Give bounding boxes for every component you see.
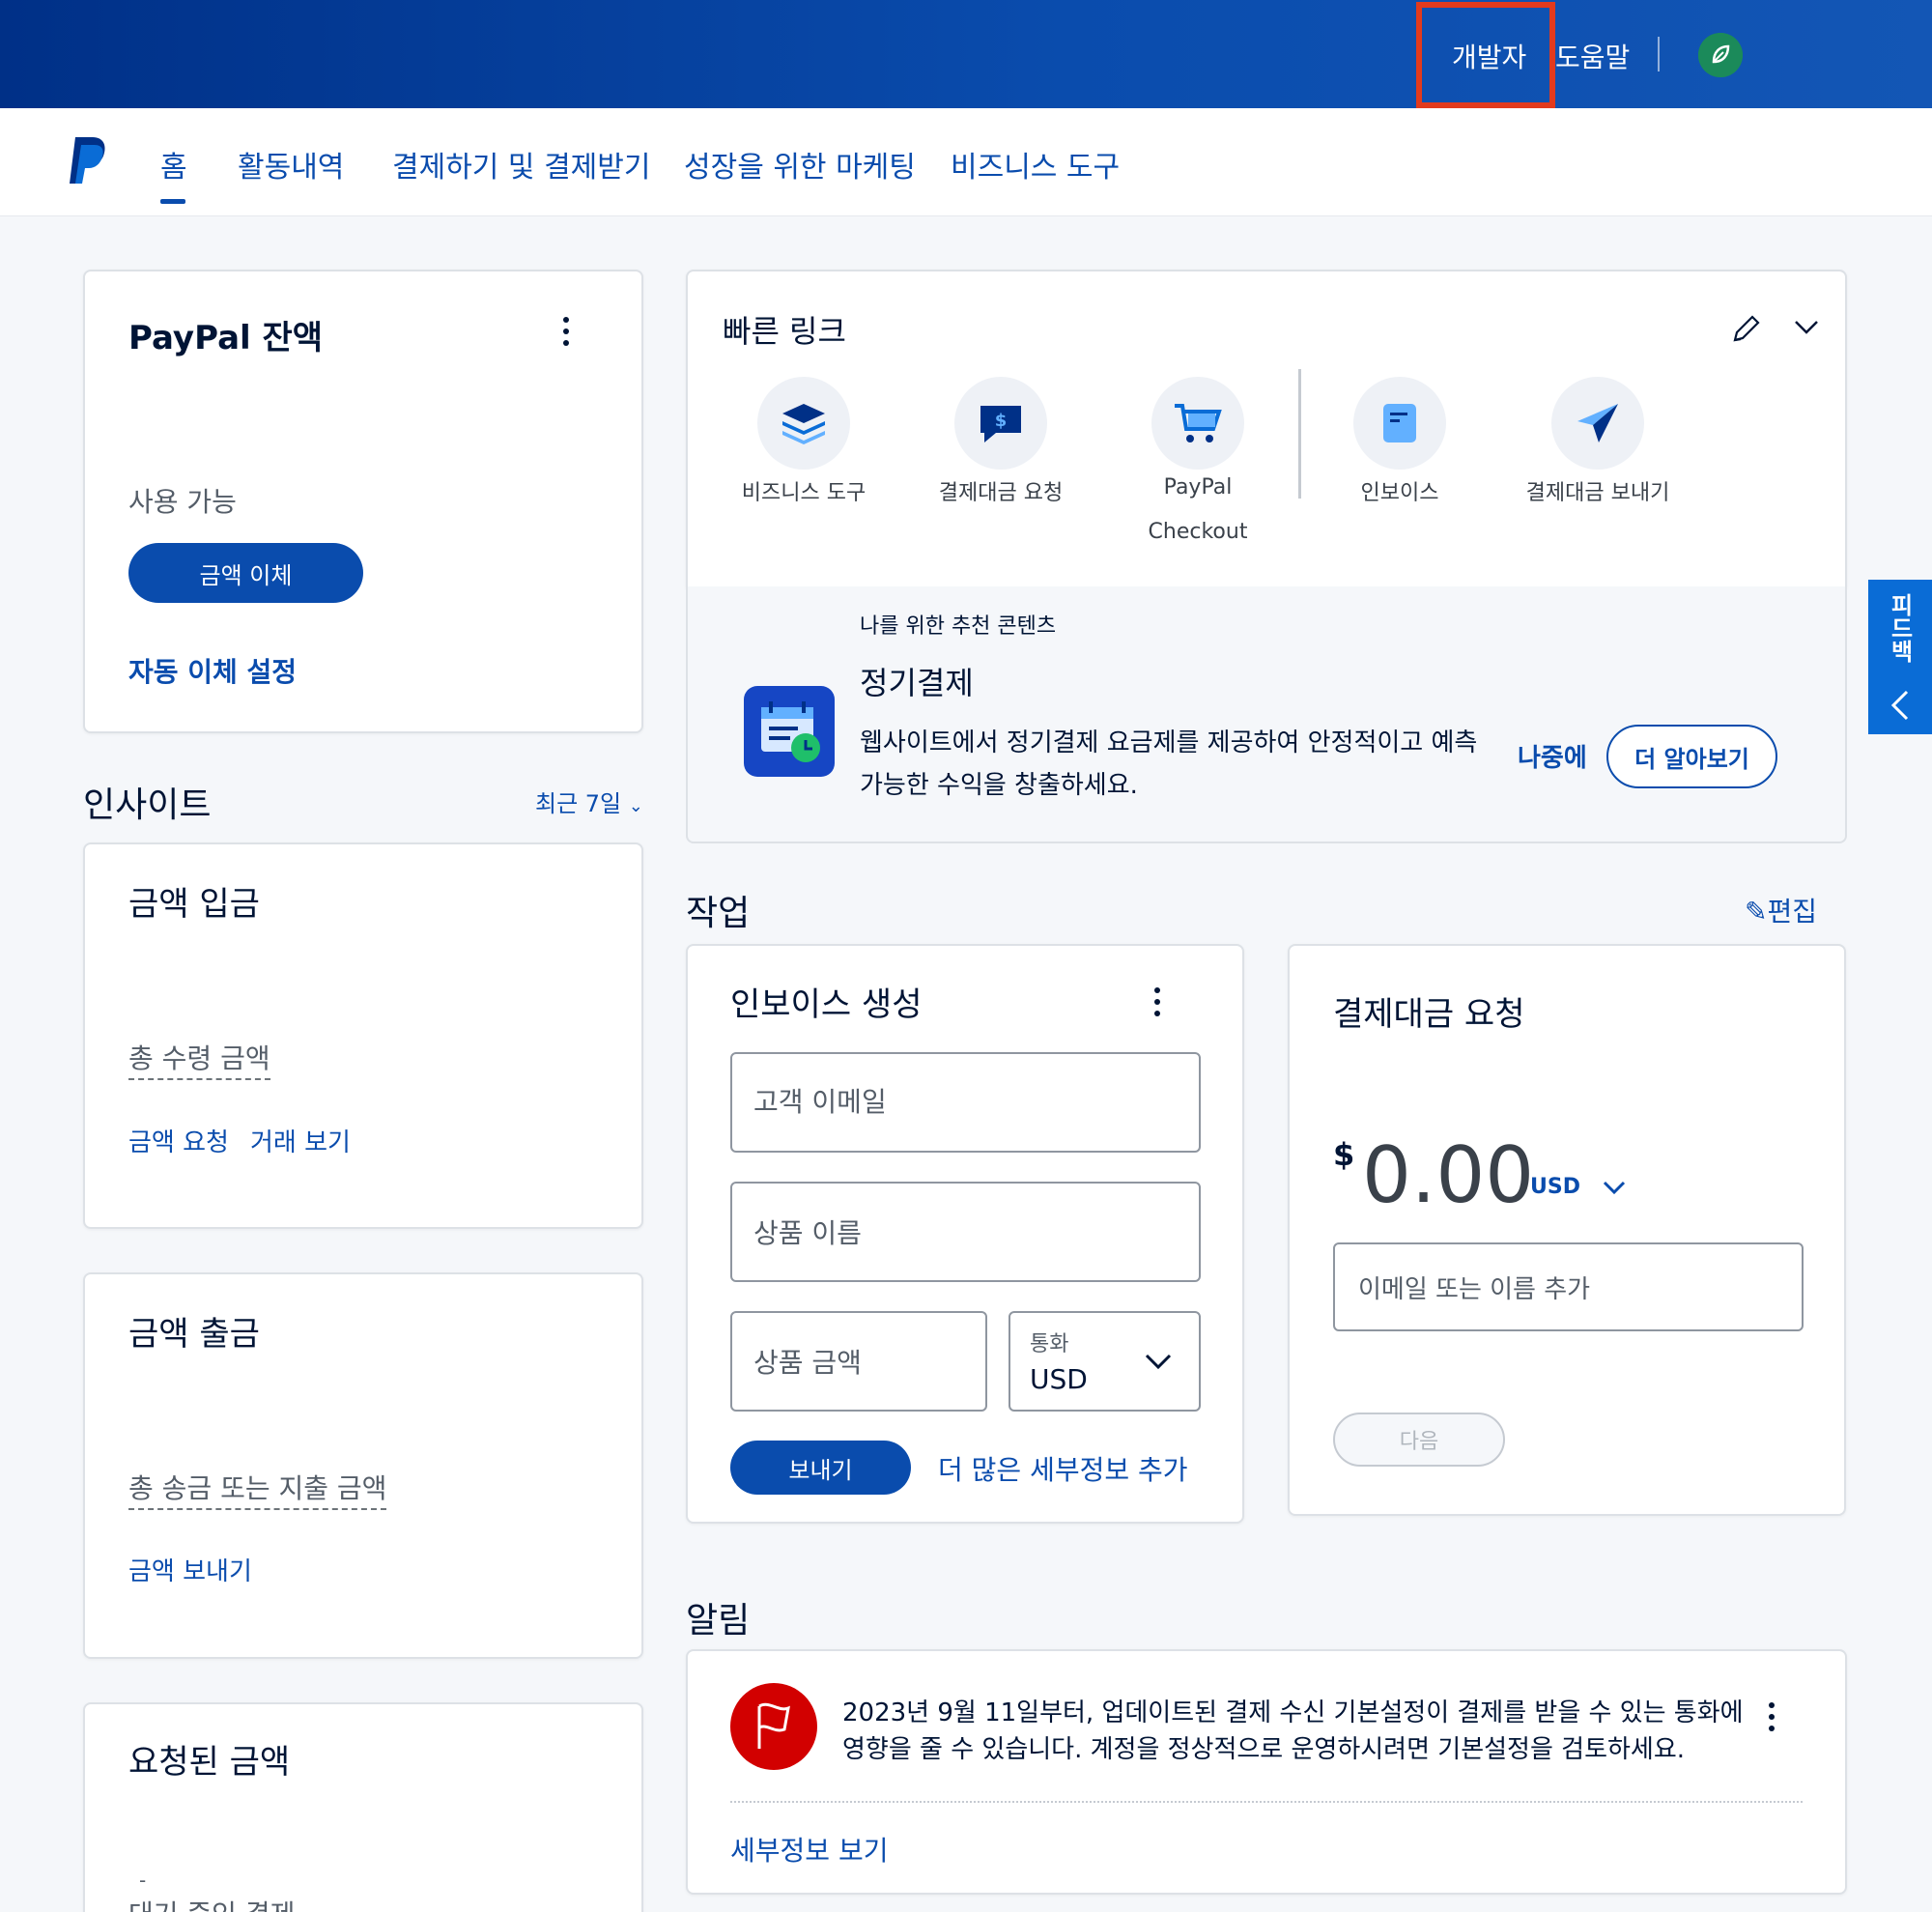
nav-activity[interactable]: 활동내역 <box>238 143 344 185</box>
chevron-down-icon <box>1603 1181 1625 1195</box>
customer-email-placeholder: 고객 이메일 <box>753 1086 887 1118</box>
payment-request-title: 결제대금 요청 <box>1333 995 1525 1034</box>
requested-dash: - <box>139 1869 147 1892</box>
chevron-down-icon: ⌄ <box>628 796 643 816</box>
invoice-more-icon[interactable] <box>1153 987 1161 1016</box>
invoice-title: 인보이스 생성 <box>730 985 923 1024</box>
request-money-link[interactable]: 금액 요청 <box>128 1123 229 1158</box>
pencil-icon: ✎ <box>1745 896 1768 927</box>
request-money-icon: $ <box>980 406 1021 442</box>
nav-home[interactable]: 홈 <box>160 143 187 185</box>
cart-icon <box>1175 404 1222 442</box>
recommendation-eyebrow: 나를 위한 추천 콘텐츠 <box>860 614 1057 639</box>
recipient-placeholder: 이메일 또는 이름 추가 <box>1358 1275 1591 1304</box>
product-amount-placeholder: 상품 금액 <box>753 1347 862 1379</box>
chevron-down-icon[interactable] <box>1793 317 1820 340</box>
pencil-edit-icon[interactable] <box>1729 311 1760 350</box>
svg-text:$: $ <box>995 411 1008 431</box>
quick-link-request-money[interactable]: $ <box>954 377 1047 470</box>
quick-link-label: 비즈니스 도구 <box>741 481 867 505</box>
chevron-down-icon <box>1145 1354 1172 1370</box>
flag-icon <box>730 1683 817 1770</box>
currency-select[interactable]: 통화 USD <box>1009 1311 1201 1412</box>
learn-more-button[interactable]: 더 알아보기 <box>1606 725 1777 788</box>
insights-range-select[interactable]: 최근 7일 ⌄ <box>535 785 643 818</box>
quick-link-invoice[interactable] <box>1353 377 1446 470</box>
auto-transfer-link[interactable]: 자동 이체 설정 <box>128 651 297 690</box>
recommendation-body-line2: 가능한 수익을 창출하세요. <box>860 771 1138 800</box>
quick-link-label: PayPal <box>1163 475 1233 499</box>
add-more-details-link[interactable]: 더 많은 세부정보 추가 <box>938 1449 1188 1488</box>
layers-icon <box>782 404 825 444</box>
chevron-left-icon <box>1890 690 1909 720</box>
insights-range-label: 최근 7일 <box>535 790 622 817</box>
balance-more-icon[interactable] <box>562 317 570 346</box>
withdraw-total-label[interactable]: 총 송금 또는 지출 금액 <box>128 1468 387 1510</box>
feedback-tab[interactable]: 피드백 <box>1868 580 1932 734</box>
alerts-title: 알림 <box>686 1601 751 1641</box>
alert-text-line1: 2023년 9월 11일부터, 업데이트된 결제 수신 기본설정이 결제를 받을… <box>842 1698 1744 1727</box>
withdraw-title: 금액 출금 <box>128 1315 260 1354</box>
later-button[interactable]: 나중에 <box>1518 738 1587 774</box>
feedback-label: 피드백 <box>1886 592 1914 663</box>
deposit-title: 금액 입금 <box>128 885 260 924</box>
nav-active-indicator <box>160 199 185 204</box>
request-next-button[interactable]: 다음 <box>1333 1413 1505 1467</box>
requested-title: 요청된 금액 <box>128 1743 291 1782</box>
invoice-icon <box>1383 404 1416 442</box>
quick-links-title: 빠른 링크 <box>723 313 846 350</box>
quick-link-paypal-checkout[interactable] <box>1151 377 1244 470</box>
top-divider <box>1658 37 1660 71</box>
quick-link-label-line2: Checkout <box>1148 520 1248 544</box>
product-amount-input[interactable]: 상품 금액 <box>730 1311 987 1412</box>
nav-marketing[interactable]: 성장을 위한 마케팅 <box>684 143 916 185</box>
quick-link-send-money[interactable] <box>1551 377 1644 470</box>
nav-payments[interactable]: 결제하기 및 결제받기 <box>392 143 650 185</box>
requested-card <box>83 1702 643 1912</box>
calendar-clock-icon <box>744 686 835 777</box>
pending-payments-label[interactable]: 대기 중인 결제 <box>128 1894 295 1912</box>
balance-available-label: 사용 가능 <box>128 486 237 518</box>
quick-links-divider <box>1298 369 1301 499</box>
quick-link-label: 인보이스 <box>1360 481 1439 505</box>
tasks-title: 작업 <box>686 894 751 933</box>
request-currency-select[interactable]: USD <box>1530 1175 1627 1199</box>
view-transactions-link[interactable]: 거래 보기 <box>250 1123 351 1158</box>
balance-title: PayPal 잔액 <box>128 319 324 357</box>
transfer-button[interactable]: 금액 이체 <box>128 543 363 603</box>
tasks-edit-label: 편집 <box>1767 896 1817 927</box>
invoice-send-button[interactable]: 보내기 <box>730 1441 911 1495</box>
quick-link-label: 결제대금 보내기 <box>1525 481 1670 505</box>
recommendation-body-line1: 웹사이트에서 정기결제 요금제를 제공하여 안정적이고 예측 <box>860 728 1478 757</box>
alert-details-link[interactable]: 세부정보 보기 <box>730 1830 888 1869</box>
avatar[interactable] <box>1698 33 1743 77</box>
alert-text-line2: 영향을 줄 수 있습니다. 계정을 정상적으로 운영하시려면 기본설정을 검토하… <box>842 1735 1686 1764</box>
currency-select-label: 통화 <box>1030 1332 1069 1356</box>
top-bar <box>0 0 1932 108</box>
currency-symbol: $ <box>1333 1136 1355 1173</box>
product-name-placeholder: 상품 이름 <box>753 1217 862 1249</box>
quick-link-business-tools[interactable] <box>757 377 850 470</box>
recommendation-title: 정기결제 <box>860 665 974 701</box>
recipient-input[interactable]: 이메일 또는 이름 추가 <box>1333 1242 1804 1331</box>
send-money-link[interactable]: 금액 보내기 <box>128 1552 252 1587</box>
developer-highlight-box <box>1416 2 1555 108</box>
send-plane-icon <box>1577 404 1618 442</box>
insights-title: 인사이트 <box>83 785 212 825</box>
help-link[interactable]: 도움말 <box>1555 37 1630 75</box>
currency-select-value: USD <box>1030 1363 1088 1395</box>
alert-more-icon[interactable] <box>1768 1702 1776 1731</box>
paypal-logo-icon[interactable] <box>68 135 106 185</box>
profile-leaf-icon <box>1698 33 1743 77</box>
product-name-input[interactable]: 상품 이름 <box>730 1182 1201 1282</box>
tasks-edit-button[interactable]: ✎편집 <box>1745 891 1817 929</box>
alert-divider <box>730 1801 1803 1803</box>
request-currency-value: USD <box>1530 1175 1580 1199</box>
deposit-total-label[interactable]: 총 수령 금액 <box>128 1038 270 1080</box>
quick-link-label: 결제대금 요청 <box>938 481 1064 505</box>
nav-business-tools[interactable]: 비즈니스 도구 <box>951 143 1120 185</box>
request-amount-input[interactable]: 0.00 <box>1362 1132 1534 1219</box>
customer-email-input[interactable]: 고객 이메일 <box>730 1052 1201 1153</box>
